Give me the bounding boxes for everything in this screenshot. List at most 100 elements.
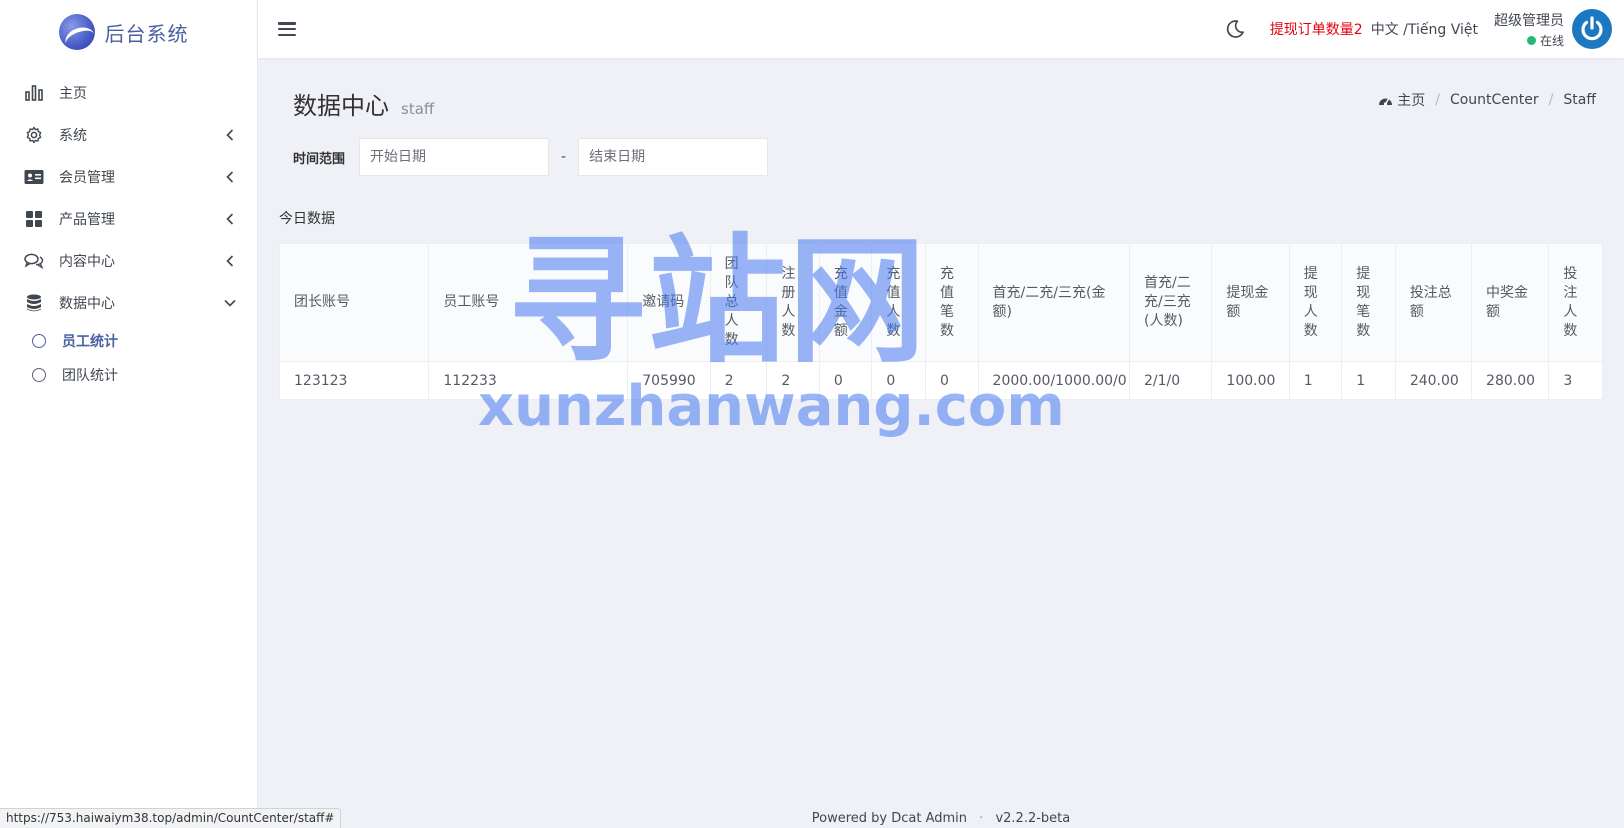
user-status-label: 在线	[1539, 33, 1564, 48]
database-icon	[24, 293, 44, 313]
column-header: 邀请码	[627, 243, 711, 362]
table-cell: 1	[1288, 361, 1343, 400]
table-cell: 280.00	[1471, 361, 1550, 400]
column-header: 投注总额	[1394, 243, 1473, 362]
sidebar-item-data-center[interactable]: 数据中心	[0, 282, 257, 324]
table-cell: 0	[871, 361, 926, 400]
table-header-row: 团长账号 员工账号 邀请码 团队总人数 注册人数 充值金额 充值人数 充值笔数 …	[278, 243, 1603, 362]
user-menu[interactable]: 超级管理员 在线	[1494, 10, 1564, 49]
table-cell: 100.00	[1211, 361, 1290, 400]
brand-title: 后台系统	[104, 21, 189, 46]
column-header: 团长账号	[278, 243, 430, 362]
breadcrumb-separator: /	[1435, 92, 1440, 108]
user-status: 在线	[1526, 32, 1564, 49]
avatar[interactable]	[1572, 9, 1612, 49]
breadcrumb-item: Staff	[1563, 92, 1596, 108]
table-cell: 705990	[627, 361, 711, 400]
chevron-down-icon	[223, 296, 237, 310]
sidebar-subitem-label: 员工统计	[62, 334, 118, 350]
table-cell: 2/1/0	[1128, 361, 1213, 400]
sidebar-item-members[interactable]: 会员管理	[0, 156, 257, 198]
table-cell: 3	[1548, 361, 1603, 400]
table-row: 123123 112233 705990 2 2 0 0 0 2000.00/1…	[278, 361, 1603, 400]
column-header: 提现笔数	[1341, 243, 1396, 362]
breadcrumb-separator: /	[1548, 92, 1554, 108]
withdraw-order-count[interactable]: 提现订单数量2	[1270, 19, 1363, 39]
table-cell: 0	[925, 361, 979, 400]
language-switcher[interactable]: 中文 /Tiếng Việt	[1371, 19, 1478, 39]
column-header: 充值笔数	[925, 243, 979, 362]
column-header: 充值人数	[871, 243, 926, 362]
sidebar-item-label: 产品管理	[59, 212, 115, 228]
sidebar-item-label: 数据中心	[59, 296, 115, 312]
chevron-left-icon	[223, 170, 237, 184]
user-name: 超级管理员	[1494, 12, 1564, 29]
table-cell: 2	[766, 361, 820, 400]
section-title: 今日数据	[279, 211, 335, 227]
date-range-filter: 时间范围 -	[293, 138, 769, 176]
table-cell: 112233	[428, 361, 629, 400]
dashboard-icon	[1379, 98, 1393, 106]
bar-chart-icon	[24, 83, 44, 103]
page-header: 数据中心 staff	[293, 86, 434, 121]
breadcrumb-home[interactable]: 主页	[1378, 90, 1425, 110]
table-cell: 240.00	[1394, 361, 1473, 400]
circle-icon	[32, 334, 46, 348]
column-header: 团队总人数	[709, 243, 768, 362]
main-content: 数据中心 staff 主页 / CountCenter / Staff 时间范围…	[258, 58, 1624, 828]
chat-icon	[24, 251, 44, 271]
chevron-left-icon	[223, 254, 237, 268]
breadcrumb-item[interactable]: CountCenter	[1450, 92, 1539, 108]
gear-icon	[24, 125, 44, 145]
online-dot-icon	[1526, 35, 1536, 45]
column-header: 投注人数	[1548, 243, 1603, 362]
sidebar-subitem-team-stats[interactable]: 团队统计	[0, 358, 257, 392]
table-cell: 1	[1341, 361, 1396, 400]
column-header: 中奖金额	[1471, 243, 1550, 362]
table-cell: 0	[818, 361, 873, 400]
table-cell: 2000.00/1000.00/0	[977, 361, 1131, 400]
data-table: 团长账号 员工账号 邀请码 团队总人数 注册人数 充值金额 充值人数 充值笔数 …	[278, 243, 1603, 400]
id-card-icon	[24, 167, 44, 187]
menu-toggle-icon[interactable]	[278, 22, 296, 36]
sidebar-item-system[interactable]: 系统	[0, 114, 257, 156]
footer-separator: ·	[979, 811, 984, 826]
moon-icon[interactable]	[1224, 18, 1246, 40]
sidebar-item-content[interactable]: 内容中心	[0, 240, 257, 282]
start-date-input[interactable]	[359, 138, 550, 176]
top-navbar: 提现订单数量2 中文 /Tiếng Việt 超级管理员 在线	[258, 0, 1624, 58]
power-icon	[1581, 16, 1603, 41]
chevron-left-icon	[223, 212, 237, 226]
sidebar: 后台系统 主页 系统 会员管理 产品管理 内容中心 数据中心 员工统计 团队统计	[0, 0, 258, 828]
column-header: 首充/二充/三充(金额)	[977, 243, 1131, 362]
sidebar-subitem-label: 团队统计	[62, 368, 118, 384]
status-bar-url: https://753.haiwaiym38.top/admin/CountCe…	[0, 808, 342, 828]
sidebar-subitem-staff-stats[interactable]: 员工统计	[0, 324, 257, 358]
table-cell: 2	[709, 361, 768, 400]
column-header: 员工账号	[428, 243, 629, 362]
table-cell: 123123	[278, 361, 430, 400]
sidebar-item-label: 系统	[59, 128, 87, 144]
column-header: 注册人数	[766, 243, 820, 362]
sidebar-item-label: 主页	[59, 86, 87, 102]
brand[interactable]: 后台系统	[0, 0, 257, 64]
column-header: 充值金额	[818, 243, 873, 362]
page-title: 数据中心	[293, 92, 389, 120]
end-date-input[interactable]	[578, 138, 769, 176]
sidebar-item-home[interactable]: 主页	[0, 72, 257, 114]
footer: Powered by Dcat Admin · v2.2.2-beta	[258, 811, 1624, 826]
grid-icon	[24, 209, 44, 229]
version-label: v2.2.2-beta	[995, 811, 1071, 826]
column-header: 提现人数	[1288, 243, 1343, 362]
sidebar-item-products[interactable]: 产品管理	[0, 198, 257, 240]
chevron-left-icon	[223, 128, 237, 142]
sidebar-item-label: 内容中心	[59, 254, 115, 270]
breadcrumb: 主页 / CountCenter / Staff	[1378, 90, 1596, 110]
circle-icon	[32, 368, 46, 382]
powered-by[interactable]: Powered by Dcat Admin	[812, 811, 967, 826]
date-separator: -	[561, 149, 567, 165]
breadcrumb-home-label: 主页	[1397, 93, 1426, 109]
page-subtitle: staff	[401, 100, 435, 118]
column-header: 首充/二充/三充(人数)	[1128, 243, 1213, 362]
navbar-right: 提现订单数量2 中文 /Tiếng Việt 超级管理员 在线	[1224, 0, 1624, 58]
